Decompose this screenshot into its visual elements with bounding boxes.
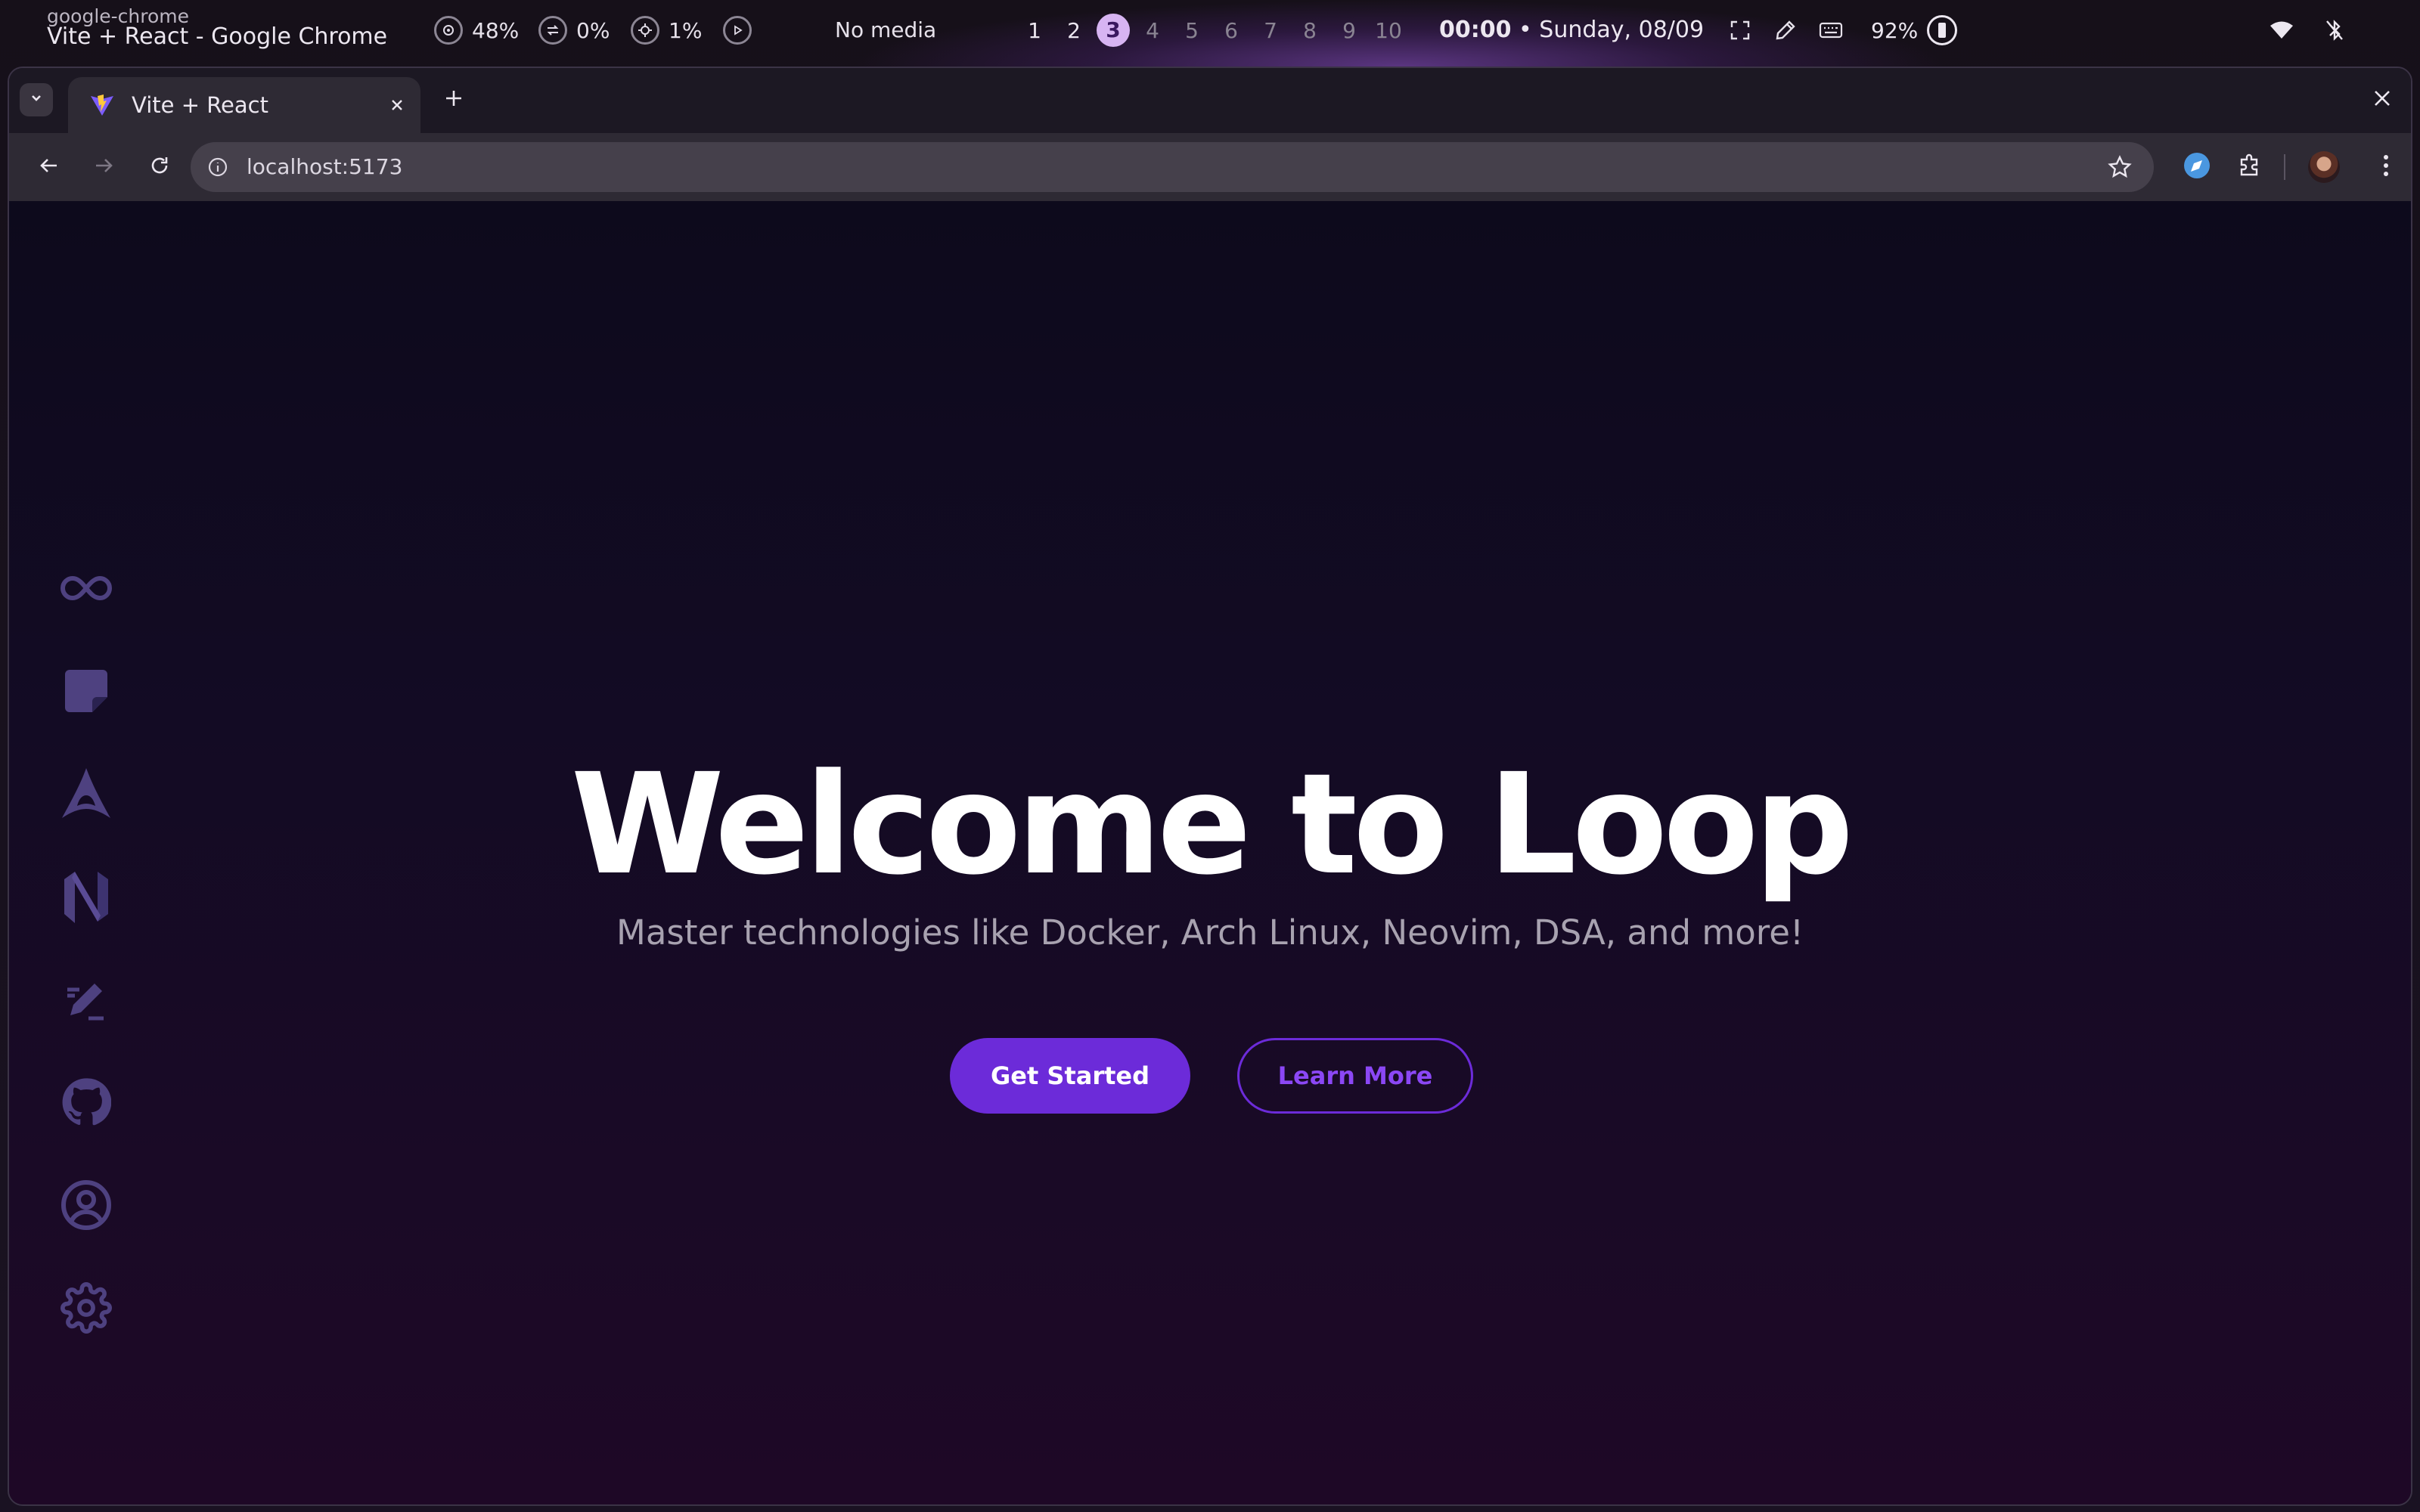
clock-time: 00:00 [1439,17,1512,43]
swap-usage[interactable]: 0% [538,14,610,47]
cpu-usage[interactable]: 48% [434,14,519,47]
media-status: No media [835,17,937,42]
arrow-right-icon [92,154,115,180]
workspace-label: 1 [1028,17,1041,43]
forward-button[interactable] [86,150,121,184]
compass-extension-icon [2183,151,2211,183]
clock: 00:00 • Sunday, 08/09 [1439,15,1704,45]
infinity-icon [60,573,113,606]
keyboard-icon[interactable] [1817,16,1845,45]
settings-gear-icon [60,1282,112,1337]
vite-logo-icon [89,92,115,118]
workspace-label: 2 [1067,17,1081,43]
browser-toolbar: localhost:5173 [9,133,2411,201]
bookmark-star-icon[interactable] [2105,153,2134,181]
gpu-icon [631,16,659,45]
workspace-label: 7 [1264,17,1277,43]
back-button[interactable] [32,150,67,184]
workspace-label: 8 [1303,17,1317,43]
workspace-label: 6 [1224,17,1238,43]
tab-search-button[interactable] [20,83,53,116]
github-icon [61,1077,112,1130]
tab-strip: Vite + React [9,68,2411,133]
workspace-3[interactable]: 3 [1094,14,1133,47]
get-started-button[interactable]: Get Started [950,1038,1190,1114]
hero-section: Welcome to Loop Master technologies like… [9,745,2411,954]
arrow-left-icon [38,154,60,180]
color-picker-icon[interactable] [1771,16,1800,45]
sidebar-item-notes[interactable] [44,659,129,726]
sidebar-item-profile[interactable] [44,1173,129,1240]
profile-avatar[interactable] [2308,151,2340,183]
battery-indicator[interactable]: 92% [1871,14,1958,47]
browser-window: Vite + React localhost:5173 Welcome to L… [8,67,2412,1506]
cpu-usage-value: 48% [472,17,520,43]
swap-icon [538,16,567,45]
workspace-label: 10 [1375,17,1402,43]
battery-icon [1927,15,1958,45]
workspace-6[interactable]: 6 [1212,18,1251,43]
tab-vite-react[interactable]: Vite + React [68,77,420,133]
workspace-label: 5 [1185,17,1199,43]
sidebar-item-github[interactable] [44,1070,129,1137]
site-info-icon[interactable] [206,155,230,179]
workspace-10[interactable]: 10 [1369,18,1408,43]
play-icon [723,16,752,45]
window-close-button[interactable] [2367,85,2397,115]
extensions-button[interactable] [2232,150,2267,184]
workspace-9[interactable]: 9 [1329,18,1369,43]
workspace-4[interactable]: 4 [1133,18,1172,43]
address-bar[interactable]: localhost:5173 [191,142,2154,192]
close-icon [2372,88,2392,111]
gpu-usage-value: 1% [669,17,703,43]
edit-pencil-icon [63,976,110,1026]
clock-date: • Sunday, 08/09 [1519,17,1705,43]
workspace-label: 4 [1146,17,1159,43]
battery-percentage: 92% [1871,17,1919,43]
more-vertical-icon [2382,153,2390,181]
extension-button[interactable] [2180,150,2214,184]
sidebar-item-settings[interactable] [44,1276,129,1343]
workspace-switcher: 1 2 3 4 5 6 7 8 9 10 [1015,14,1408,47]
sidebar-item-editor[interactable] [44,968,129,1034]
workspace-1[interactable]: 1 [1015,18,1054,43]
plus-icon [444,88,464,111]
cpu-icon [434,16,463,45]
chevron-down-icon [29,91,44,109]
workspace-5[interactable]: 5 [1172,18,1212,43]
tab-close-icon[interactable] [386,94,408,116]
gpu-usage[interactable]: 1% [631,14,702,47]
wifi-icon[interactable] [2267,16,2296,45]
hero-subtitle: Master technologies like Docker, Arch Li… [616,912,1804,953]
workspace-label: 3 [1097,14,1130,47]
puzzle-piece-icon [2237,153,2263,181]
workspace-label: 9 [1342,17,1356,43]
new-tab-button[interactable] [439,85,469,115]
workspace-2[interactable]: 2 [1054,18,1094,43]
browser-menu-button[interactable] [2369,150,2403,184]
reload-button[interactable] [142,150,177,184]
toolbar-separator [2284,154,2285,180]
address-url[interactable]: localhost:5173 [247,154,402,180]
system-top-bar: google-chrome Vite + React - Google Chro… [0,0,2420,60]
reload-icon [148,154,171,180]
user-circle-icon [60,1179,112,1234]
screenshot-region-icon[interactable] [1726,16,1754,45]
workspace-7[interactable]: 7 [1251,18,1290,43]
active-window-title: Vite + React - Google Chrome [47,23,388,50]
status-icons [2267,14,2349,47]
sticky-note-icon [62,667,110,718]
tray-utilities [1726,14,1845,47]
workspace-8[interactable]: 8 [1290,18,1329,43]
hero-title: Welcome to Loop [570,744,1854,906]
tab-title: Vite + React [132,92,268,118]
swap-usage-value: 0% [576,17,610,43]
learn-more-button[interactable]: Learn More [1237,1038,1473,1114]
bluetooth-off-icon[interactable] [2320,16,2349,45]
media-play-button[interactable] [723,14,752,47]
page-content: Welcome to Loop Master technologies like… [9,201,2411,1504]
sidebar-item-loop[interactable] [44,556,129,623]
